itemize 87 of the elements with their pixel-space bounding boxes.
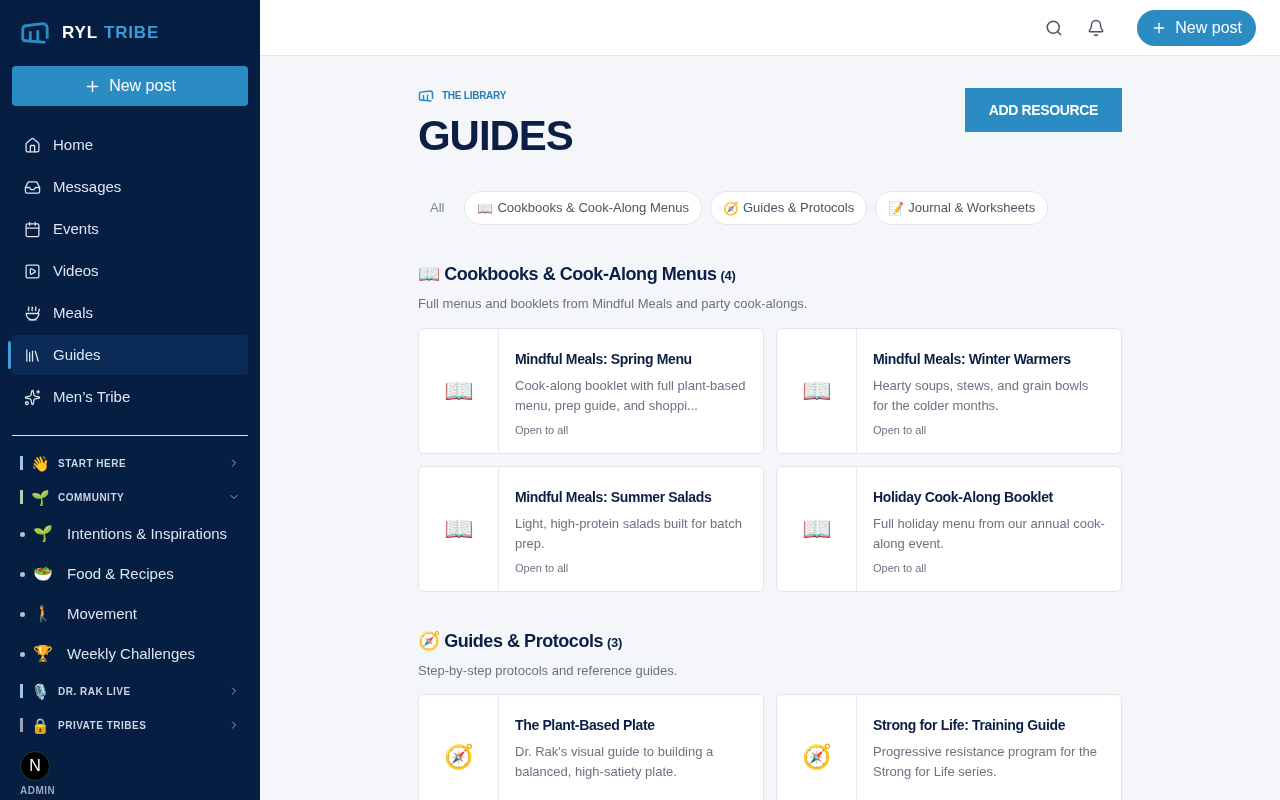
search-icon[interactable]: [1045, 18, 1064, 37]
library-icon: [24, 346, 41, 364]
access-label: Open to all: [873, 560, 928, 576]
calendar-icon: [24, 220, 41, 238]
access-label: Open to all: [515, 422, 570, 438]
resource-description: Hearty soups, stews, and grain bowls for the colder months.: [873, 376, 1090, 415]
resource-emoji: 🧭: [801, 745, 832, 769]
resource-card[interactable]: 📖 Mindful Meals: Winter Warmers Hearty soups, stews, and grain bowls for the colder months. Open to all: [776, 327, 1122, 454]
logo-icon: [418, 88, 434, 103]
channel-emoji: 🏆: [33, 646, 54, 662]
brand-name: RYL: [62, 22, 98, 45]
play-icon: [24, 262, 41, 280]
new-post-button[interactable]: New post: [1137, 9, 1256, 46]
resource-card[interactable]: 🧭 Strong for Life: Training Guide Progressive resistance program for the Strong for Life series.: [776, 694, 1122, 800]
resource-emoji: 📖: [801, 516, 832, 541]
avatar[interactable]: N: [20, 751, 50, 781]
section-label: PRIVATE TRIBES: [58, 718, 148, 733]
section-label: COMMUNITY: [58, 490, 126, 505]
inbox-icon: [24, 178, 41, 196]
channel-label: Movement: [67, 603, 138, 624]
section-count: (3): [607, 633, 622, 652]
access-label: Open to all: [873, 422, 928, 438]
channel-emoji: 🚶: [33, 606, 54, 622]
resource-title: Mindful Meals: Winter Warmers: [873, 349, 1072, 369]
resource-title: Holiday Cook-Along Booklet: [873, 487, 1054, 507]
sparkles-icon: [24, 388, 41, 406]
section-title: 📖 Cookbooks & Cook-Along Menus: [418, 263, 717, 286]
nav-item[interactable]: Meals: [12, 293, 248, 333]
brand-name: TRIBE: [103, 22, 160, 45]
resource-description: Cook-along booklet with full plant-based menu, prep guide, and shoppi...: [515, 376, 747, 415]
role-label: ADMIN: [20, 784, 56, 798]
access-label: Open to all: [515, 560, 570, 576]
page-title: GUIDES: [418, 115, 573, 157]
channel-item[interactable]: 🏆 Weekly Challenges: [12, 634, 248, 674]
resource-description: Progressive resistance program for the Strong for Life series.: [873, 743, 1098, 781]
section-emoji: 👋: [31, 455, 50, 471]
section-emoji: 🔒: [31, 717, 50, 733]
channel-emoji: 🥗: [33, 566, 54, 582]
channel-label: Weekly Challenges: [67, 643, 196, 664]
resource-title: Mindful Meals: Summer Salads: [515, 487, 713, 507]
channel-item[interactable]: 🌱 Intentions & Inspirations: [12, 514, 248, 554]
resource-emoji: 📖: [801, 378, 832, 403]
home-icon: [24, 136, 41, 154]
nav-item[interactable]: Videos: [12, 251, 248, 291]
channel-item[interactable]: 🥗 Food & Recipes: [12, 554, 248, 594]
section-label: START HERE: [58, 456, 128, 471]
section-header[interactable]: 🔒 PRIVATE TRIBES: [12, 708, 248, 742]
nav-item[interactable]: Home: [12, 125, 248, 165]
section-title: 🧭 Guides & Protocols: [418, 629, 604, 653]
channel-label: Intentions & Inspirations: [67, 523, 228, 544]
eyebrow-label: THE LIBRARY: [442, 89, 507, 103]
section-header[interactable]: 🎙 DR. RAK LIVE: [12, 674, 248, 708]
section-header[interactable]: 👋 START HERE: [12, 446, 248, 480]
resource-emoji: 🧭: [443, 745, 474, 769]
resource-card[interactable]: 📖 Mindful Meals: Spring Menu Cook-along booklet with full plant-based menu, prep guide, and shoppi... Open to all: [418, 327, 764, 454]
resource-card[interactable]: 🧭 The Plant-Based Plate Dr. Rak's visual guide to building a balanced, high-satiety plate.: [418, 694, 764, 800]
resource-title: Strong for Life: Training Guide: [873, 716, 1067, 735]
add-resource-button[interactable]: ADD RESOURCE: [964, 88, 1122, 132]
resource-description: Light, high-protein salads built for batch prep.: [515, 514, 743, 553]
resource-emoji: 📖: [443, 516, 474, 541]
section-emoji: 🎙: [31, 683, 50, 699]
section-header[interactable]: 🌱 COMMUNITY: [12, 480, 248, 514]
bell-icon[interactable]: [1087, 18, 1106, 37]
section-label: DR. RAK LIVE: [58, 684, 132, 699]
channel-emoji: 🌱: [33, 526, 54, 542]
section-emoji: 🌱: [31, 489, 50, 505]
resource-description: Full holiday menu from our annual cook-along event.: [873, 514, 1106, 553]
filter-chip[interactable]: 📝 Journal & Worksheets: [875, 191, 1049, 225]
resource-card[interactable]: 📖 Holiday Cook-Along Booklet Full holiday menu from our annual cook-along event. Open to all: [776, 465, 1122, 592]
section-description: Step-by-step protocols and reference guides.: [418, 661, 679, 680]
channel-label: Food & Recipes: [67, 563, 174, 584]
resource-title: The Plant-Based Plate: [515, 716, 656, 735]
new-post-button[interactable]: New post: [12, 66, 248, 106]
resource-emoji: 📖: [443, 378, 474, 403]
nav-item[interactable]: Events: [12, 209, 248, 249]
filter-chip[interactable]: 🧭 Guides & Protocols: [709, 191, 868, 225]
resource-title: Mindful Meals: Spring Menu: [515, 349, 693, 369]
nav-item[interactable]: Men’s Tribe: [12, 377, 248, 417]
section-description: Full menus and booklets from Mindful Meals and party cook-alongs.: [418, 295, 809, 313]
resource-description: Dr. Rak's visual guide to building a balanced, high-satiety plate.: [515, 743, 715, 781]
filter-chip[interactable]: 📖 Cookbooks & Cook-Along Menus: [464, 191, 702, 225]
channel-item[interactable]: 🚶 Movement: [12, 594, 248, 634]
logo-icon: [20, 19, 50, 47]
nav-item[interactable]: Messages: [12, 167, 248, 207]
section-count: (4): [720, 267, 736, 285]
resource-card[interactable]: 📖 Mindful Meals: Summer Salads Light, high-protein salads built for batch prep. Open to all: [418, 465, 764, 592]
bowl-icon: [24, 304, 41, 322]
